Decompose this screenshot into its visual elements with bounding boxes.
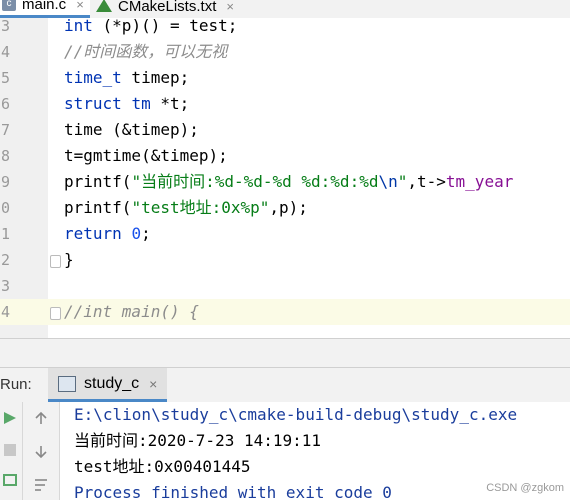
run-actions-column (0, 402, 23, 500)
code-text: printf("当前时间:%d-%d-%d %d:%d:%d\n",t->tm_… (64, 172, 514, 191)
run-toolbar: Run: study_c × (0, 367, 570, 403)
code-text: } (64, 250, 74, 269)
line-number: 1 (0, 225, 10, 243)
code-line-current: 4 //int main() { (0, 299, 570, 325)
code-text: t=gmtime(&timep); (64, 146, 228, 165)
line-number: 4 (0, 43, 10, 61)
close-icon[interactable]: × (149, 376, 157, 392)
code-text: printf("test地址:0x%p",p); (64, 198, 308, 217)
console-output-line: test地址:0x00401445 (74, 457, 251, 476)
line-number: 3 (0, 18, 10, 35)
code-line: 0 printf("test地址:0x%p",p); (0, 195, 570, 221)
line-number: 9 (0, 173, 10, 191)
code-line: 1 return 0; (0, 221, 570, 247)
line-number: 3 (0, 277, 10, 295)
code-text: time_t timep; (64, 68, 190, 87)
console-actions-column (23, 402, 60, 500)
line-number: 2 (0, 251, 10, 269)
console-exit-message: Process finished with exit code 0 (74, 483, 392, 500)
console-output-line: 当前时间:2020-7-23 14:19:11 (74, 431, 322, 450)
code-line: 5 time_t timep; (0, 65, 570, 91)
restore-layout-icon[interactable] (2, 472, 18, 488)
code-comment: //时间函数，可以无视 (64, 42, 228, 61)
code-line: 3 (0, 273, 570, 299)
run-tab-study-c[interactable]: study_c × (48, 368, 168, 402)
line-number: 7 (0, 121, 10, 139)
code-line: 2 } (0, 247, 570, 273)
code-text: time (&timep); (64, 120, 199, 139)
line-number: 4 (0, 303, 10, 321)
line-number: 8 (0, 147, 10, 165)
tab-main-c[interactable]: c main.c × (0, 0, 90, 18)
tab-label: main.c (22, 0, 67, 13)
tab-cmakelists[interactable]: CMakeLists.txt × (96, 0, 234, 18)
editor-tab-bar: c main.c × CMakeLists.txt × (0, 0, 570, 19)
tab-label: CMakeLists.txt (118, 0, 217, 15)
line-number: 6 (0, 95, 10, 113)
console-exe-path: E:\clion\study_c\cmake-build-debug\study… (74, 405, 518, 424)
arrow-down-icon[interactable] (33, 444, 49, 460)
line-number: 0 (0, 199, 10, 217)
line-number: 5 (0, 69, 10, 87)
code-line: 8 t=gmtime(&timep); (0, 143, 570, 169)
code-line: 3 int (*p)() = test; (0, 18, 570, 39)
code-line: 6 struct tm *t; (0, 91, 570, 117)
rerun-icon[interactable] (2, 410, 18, 426)
watermark: CSDN @zgkom (486, 482, 564, 494)
arrow-up-icon[interactable] (33, 410, 49, 426)
code-text: struct tm *t; (64, 94, 190, 113)
run-label: Run: (0, 376, 32, 393)
c-file-icon: c (2, 0, 16, 11)
fold-marker-icon[interactable] (50, 255, 61, 268)
code-line: 7 time (&timep); (0, 117, 570, 143)
console-icon (58, 375, 76, 392)
run-tab-label: study_c (84, 374, 140, 392)
code-line: 4 //时间函数，可以无视 (0, 39, 570, 65)
cmake-icon (96, 0, 112, 12)
close-icon[interactable]: × (76, 0, 84, 12)
fold-marker-icon[interactable] (50, 307, 61, 320)
code-comment: //int main() { (64, 302, 199, 321)
panel-splitter[interactable] (0, 338, 570, 367)
code-text: int (*p)() = test; (64, 18, 238, 35)
stop-icon[interactable] (2, 442, 18, 458)
run-console[interactable]: E:\clion\study_c\cmake-build-debug\study… (0, 402, 570, 500)
soft-wrap-icon[interactable] (33, 476, 49, 492)
code-line: 9 printf("当前时间:%d-%d-%d %d:%d:%d\n",t->t… (0, 169, 570, 195)
code-text: return 0; (64, 224, 151, 243)
code-editor[interactable]: 3 int (*p)() = test; 4 //时间函数，可以无视 5 tim… (0, 18, 570, 338)
close-icon[interactable]: × (226, 0, 234, 14)
